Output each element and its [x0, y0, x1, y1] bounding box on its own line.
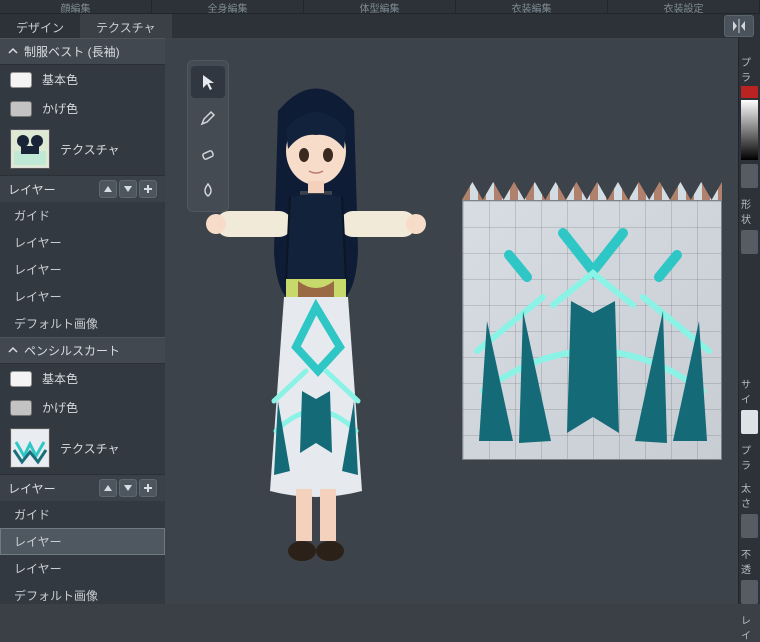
- panel-row[interactable]: [741, 230, 758, 254]
- layer-item[interactable]: デフォルト画像: [0, 310, 165, 337]
- color-swatch[interactable]: [10, 371, 32, 387]
- panel-row[interactable]: [741, 580, 758, 604]
- panel-label: プラ: [741, 442, 758, 472]
- color-swatch[interactable]: [10, 400, 32, 416]
- panel-label: サイ: [741, 376, 758, 406]
- tool-eraser[interactable]: [191, 138, 225, 170]
- chevron-down-icon: [8, 344, 18, 358]
- mode-tabs: デザイン テクスチャ: [0, 14, 760, 38]
- uv-texture-panel[interactable]: [462, 182, 722, 460]
- layers-header: レイヤー: [0, 175, 165, 202]
- color-swatch[interactable]: [10, 101, 32, 117]
- layer-item[interactable]: ガイド: [0, 501, 165, 528]
- prop-label: かげ色: [42, 399, 78, 416]
- layer-item[interactable]: レイヤー: [0, 283, 165, 310]
- layer-down-button[interactable]: [119, 180, 137, 198]
- panel-label: レイ: [741, 612, 758, 642]
- layer-down-button[interactable]: [119, 479, 137, 497]
- tool-blur[interactable]: [191, 174, 225, 206]
- layer-up-button[interactable]: [99, 180, 117, 198]
- panel-label: 太さ: [741, 480, 758, 510]
- prop-label: テクスチャ: [60, 440, 120, 457]
- uv-waistband: [462, 182, 722, 200]
- texture-thumbnail[interactable]: [10, 129, 50, 169]
- top-menu-item[interactable]: 顔編集: [0, 0, 152, 13]
- texture-row[interactable]: テクスチャ: [0, 123, 165, 175]
- layer-item[interactable]: レイヤー: [0, 555, 165, 582]
- layer-item[interactable]: レイヤー: [0, 256, 165, 283]
- value-gradient[interactable]: [741, 100, 758, 160]
- shade-color-row[interactable]: かげ色: [0, 393, 165, 422]
- tool-pencil[interactable]: [191, 102, 225, 134]
- prop-label: テクスチャ: [60, 141, 120, 158]
- texture-thumbnail[interactable]: [10, 428, 50, 468]
- panel-row[interactable]: [741, 410, 758, 434]
- layer-add-button[interactable]: [139, 180, 157, 198]
- tab-design[interactable]: デザイン: [0, 14, 80, 38]
- top-menu-item[interactable]: 体型編集: [304, 0, 456, 13]
- layers-sidebar: 制服ベスト (長袖) 基本色 かげ色 テクスチャ レイヤー: [0, 38, 165, 604]
- chevron-down-icon: [8, 45, 18, 59]
- section-title: 制服ベスト (長袖): [24, 43, 120, 60]
- layer-item[interactable]: レイヤー: [0, 528, 165, 555]
- top-menu-item[interactable]: 全身編集: [152, 0, 304, 13]
- section-header-skirt[interactable]: ペンシルスカート: [0, 337, 165, 364]
- top-menu-item[interactable]: 衣装設定: [608, 0, 760, 13]
- layers-label: レイヤー: [8, 181, 56, 198]
- prop-label: 基本色: [42, 370, 78, 387]
- layer-item[interactable]: ガイド: [0, 202, 165, 229]
- uv-canvas[interactable]: [462, 200, 722, 460]
- character-model: [206, 71, 426, 571]
- viewport-3d[interactable]: [165, 38, 738, 604]
- layer-add-button[interactable]: [139, 479, 157, 497]
- panel-label: 不透: [741, 546, 758, 576]
- layers-label: レイヤー: [8, 480, 56, 497]
- brush-panel: プラ 形状 サイ プラ 太さ 不透 レイ: [738, 38, 760, 604]
- top-menu-bar: 顔編集 全身編集 体型編集 衣装編集 衣装設定: [0, 0, 760, 14]
- tool-select[interactable]: [191, 66, 225, 98]
- paint-toolbar: [187, 60, 229, 212]
- layer-item[interactable]: レイヤー: [0, 229, 165, 256]
- base-color-row[interactable]: 基本色: [0, 364, 165, 393]
- tab-texture[interactable]: テクスチャ: [80, 14, 172, 38]
- panel-row[interactable]: [741, 164, 758, 188]
- prop-label: 基本色: [42, 71, 78, 88]
- prop-label: かげ色: [42, 100, 78, 117]
- panel-label: 形状: [741, 196, 758, 226]
- panel-label: プラ: [741, 54, 758, 84]
- mirror-toggle-button[interactable]: [724, 15, 754, 37]
- layer-up-button[interactable]: [99, 479, 117, 497]
- section-title: ペンシルスカート: [24, 342, 120, 359]
- shade-color-row[interactable]: かげ色: [0, 94, 165, 123]
- brush-color-swatch[interactable]: [741, 86, 758, 98]
- layer-item[interactable]: デフォルト画像: [0, 582, 165, 604]
- texture-row[interactable]: テクスチャ: [0, 422, 165, 474]
- base-color-row[interactable]: 基本色: [0, 65, 165, 94]
- layers-header: レイヤー: [0, 474, 165, 501]
- color-swatch[interactable]: [10, 72, 32, 88]
- section-header-vest[interactable]: 制服ベスト (長袖): [0, 38, 165, 65]
- top-menu-item[interactable]: 衣装編集: [456, 0, 608, 13]
- panel-row[interactable]: [741, 514, 758, 538]
